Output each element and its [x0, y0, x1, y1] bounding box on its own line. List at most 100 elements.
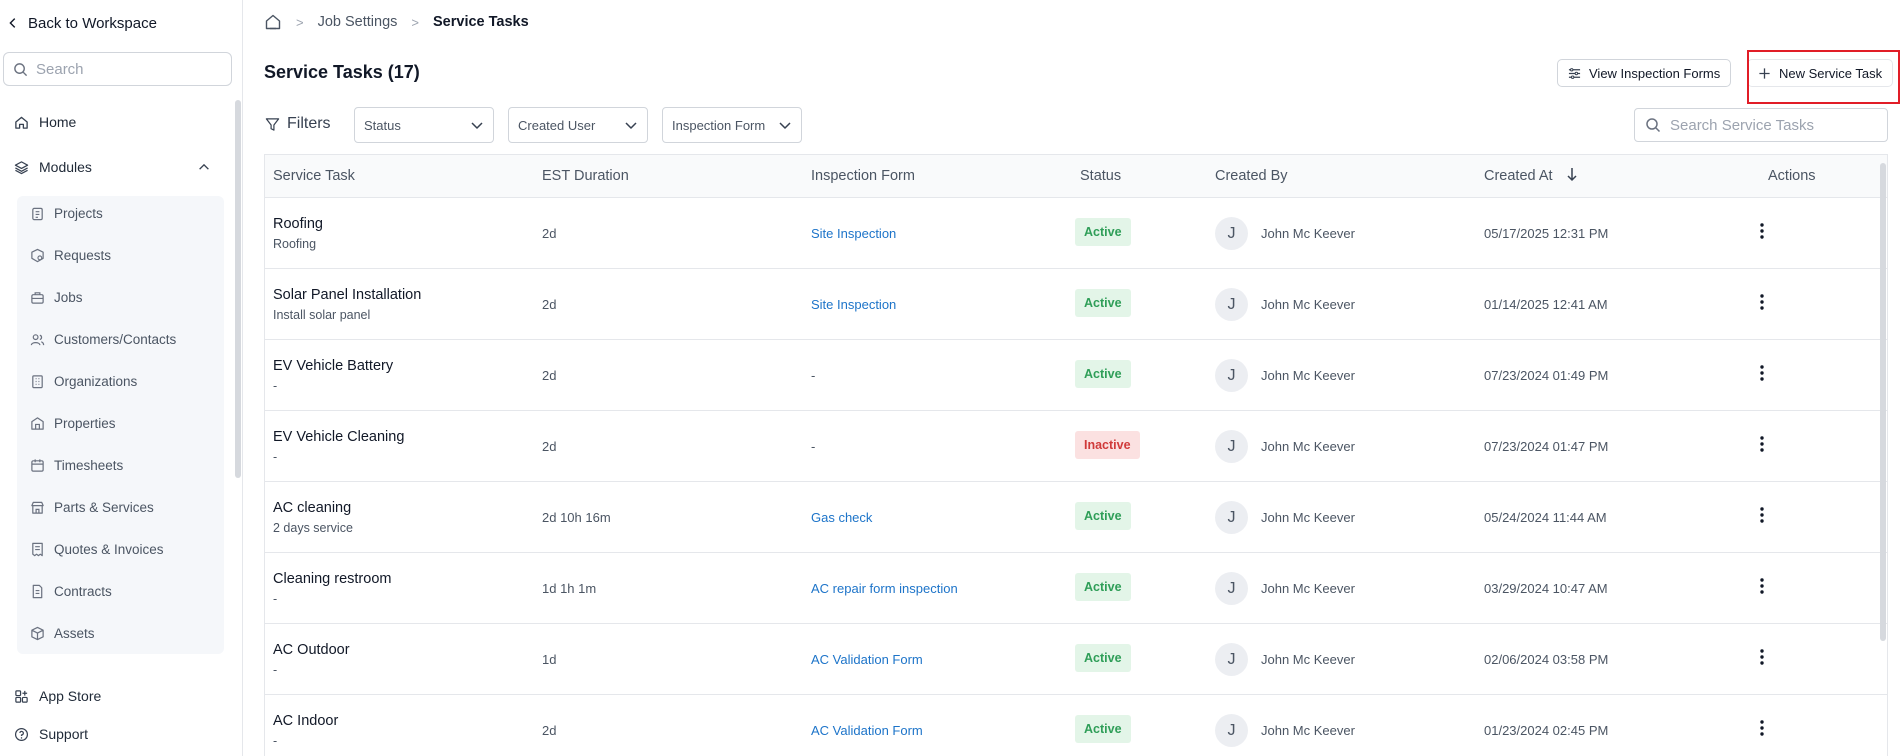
status-filter-select[interactable]: Status: [354, 107, 494, 143]
more-vertical-icon[interactable]: [1759, 719, 1765, 737]
chevron-up-icon[interactable]: [197, 160, 211, 174]
service-task-description: -: [273, 379, 278, 393]
column-header-created-by[interactable]: Created By: [1215, 168, 1288, 184]
status-badge: Active: [1075, 644, 1131, 672]
more-vertical-icon[interactable]: [1759, 577, 1765, 595]
sidebar-search-input[interactable]: Search: [3, 52, 232, 86]
service-task-name: EV Vehicle Cleaning: [273, 429, 405, 445]
sidebar-item-label: Home: [39, 114, 77, 130]
sidebar-item-parts-services[interactable]: Parts & Services: [30, 500, 154, 515]
column-header-created-at[interactable]: Created At: [1484, 168, 1553, 184]
service-task-name: AC Outdoor: [273, 642, 350, 658]
home-icon[interactable]: [264, 13, 282, 31]
sidebar-item-timesheets[interactable]: Timesheets: [30, 458, 123, 473]
sidebar-item-label: Support: [39, 726, 89, 742]
arrow-down-icon[interactable]: [1565, 166, 1579, 182]
table-row[interactable]: EV Vehicle Cleaning - 2d - Inactive J John Mc …: [265, 411, 1887, 482]
column-header-inspection-form[interactable]: Inspection Form: [811, 168, 915, 184]
table-row[interactable]: AC Outdoor - 1d AC Validation Form Active J Jo…: [265, 624, 1887, 695]
created-at: 05/24/2024 11:44 AM: [1484, 510, 1607, 525]
table-row[interactable]: AC Indoor - 2d AC Validation Form Active J Joh…: [265, 695, 1887, 756]
status-badge: Active: [1075, 502, 1131, 530]
breadcrumb-current: Service Tasks: [433, 14, 529, 30]
inspection-form-link[interactable]: Site Inspection: [811, 226, 896, 241]
layers-icon: [14, 160, 29, 174]
column-header-est-duration[interactable]: EST Duration: [542, 168, 629, 184]
status-badge: Active: [1075, 715, 1131, 743]
users-icon: [30, 334, 45, 346]
sidebar-item-organizations[interactable]: Organizations: [30, 374, 137, 389]
home-icon: [15, 116, 28, 129]
sidebar-item-app-store[interactable]: App Store: [14, 688, 101, 704]
sidebar: Back to Workspace Search Home Modules Pr…: [0, 0, 243, 756]
select-value: Inspection Form: [672, 117, 766, 133]
service-task-description: -: [273, 450, 278, 464]
table-row[interactable]: Cleaning restroom - 1d 1h 1m AC repair form…: [265, 553, 1887, 624]
service-task-description: 2 days service: [273, 521, 353, 535]
service-task-name: Solar Panel Installation: [273, 287, 422, 303]
inspection-form-link[interactable]: AC Validation Form: [811, 652, 923, 667]
column-header-status[interactable]: Status: [1080, 168, 1121, 184]
sidebar-item-requests[interactable]: Requests: [30, 248, 111, 263]
clipboard-icon: [32, 207, 43, 221]
sidebar-item-home[interactable]: Home: [14, 114, 76, 130]
list-settings-icon: [1568, 67, 1581, 79]
table-row[interactable]: EV Vehicle Battery - 2d - Active J John Mc Kee…: [265, 340, 1887, 411]
sidebar-item-projects[interactable]: Projects: [30, 206, 103, 221]
sidebar-item-label: Timesheets: [54, 458, 124, 473]
filters-text: Filters: [287, 115, 331, 132]
created-user-filter-select[interactable]: Created User: [508, 107, 648, 143]
column-header-service-task[interactable]: Service Task: [273, 168, 355, 184]
more-vertical-icon[interactable]: [1759, 364, 1765, 382]
inspection-form-link[interactable]: Gas check: [811, 510, 872, 525]
search-service-tasks-input[interactable]: Search Service Tasks: [1634, 108, 1888, 142]
more-vertical-icon[interactable]: [1759, 648, 1765, 666]
receipt-icon: [32, 542, 43, 557]
apps-icon: [15, 689, 28, 703]
chevron-down-icon: [471, 122, 483, 130]
inspection-form-link[interactable]: AC Validation Form: [811, 723, 923, 738]
chevron-left-icon: [9, 18, 16, 28]
status-badge: Active: [1075, 218, 1131, 246]
more-vertical-icon[interactable]: [1759, 435, 1765, 453]
status-badge: Inactive: [1075, 431, 1140, 459]
status-badge: Active: [1075, 573, 1131, 601]
inspection-form-link[interactable]: AC repair form inspection: [811, 581, 958, 596]
sidebar-item-contracts[interactable]: Contracts: [30, 584, 112, 599]
select-value: Created User: [518, 117, 596, 133]
created-by: John Mc Keever: [1261, 510, 1355, 525]
sidebar-item-jobs[interactable]: Jobs: [30, 290, 83, 305]
est-duration: 2d: [542, 723, 557, 738]
column-header-actions: Actions: [1768, 168, 1816, 184]
created-by: John Mc Keever: [1261, 652, 1355, 667]
table-row[interactable]: Solar Panel Installation Install solar pa…: [265, 269, 1887, 340]
table-row[interactable]: AC cleaning 2 days service 2d 10h 16m Gas c…: [265, 482, 1887, 553]
inspection-form-link[interactable]: Site Inspection: [811, 297, 896, 312]
sidebar-item-customers[interactable]: Customers/Contacts: [30, 332, 176, 347]
sidebar-scrollbar[interactable]: [235, 100, 241, 478]
view-inspection-forms-button[interactable]: View Inspection Forms: [1557, 59, 1732, 87]
sidebar-item-quotes-invoices[interactable]: Quotes & Invoices: [30, 542, 164, 557]
service-task-name: EV Vehicle Battery: [273, 358, 394, 374]
back-to-workspace-link[interactable]: Back to Workspace: [6, 12, 157, 34]
avatar: J: [1215, 288, 1248, 321]
sidebar-item-assets[interactable]: Assets: [30, 626, 95, 641]
table-scrollbar[interactable]: [1880, 163, 1886, 641]
more-vertical-icon[interactable]: [1759, 222, 1765, 240]
chevron-down-icon: [625, 122, 637, 130]
avatar: J: [1215, 572, 1248, 605]
sidebar-item-support[interactable]: Support: [14, 726, 88, 742]
more-vertical-icon[interactable]: [1759, 506, 1765, 524]
modules-panel: Projects Requests Jobs Customers/Contact…: [17, 196, 224, 654]
status-badge: Active: [1075, 289, 1131, 317]
breadcrumb-job-settings[interactable]: Job Settings: [318, 14, 398, 30]
status-badge: Active: [1075, 360, 1131, 388]
est-duration: 1d 1h 1m: [542, 581, 597, 596]
table-row[interactable]: Roofing Roofing 2d Site Inspection Active J Jo…: [265, 198, 1887, 269]
sidebar-item-properties[interactable]: Properties: [30, 416, 116, 431]
sidebar-item-modules[interactable]: Modules: [14, 159, 92, 175]
button-label: View Inspection Forms: [1589, 65, 1721, 81]
service-task-name: Roofing: [273, 216, 323, 232]
more-vertical-icon[interactable]: [1759, 293, 1765, 311]
inspection-form-filter-select[interactable]: Inspection Form: [662, 107, 802, 143]
